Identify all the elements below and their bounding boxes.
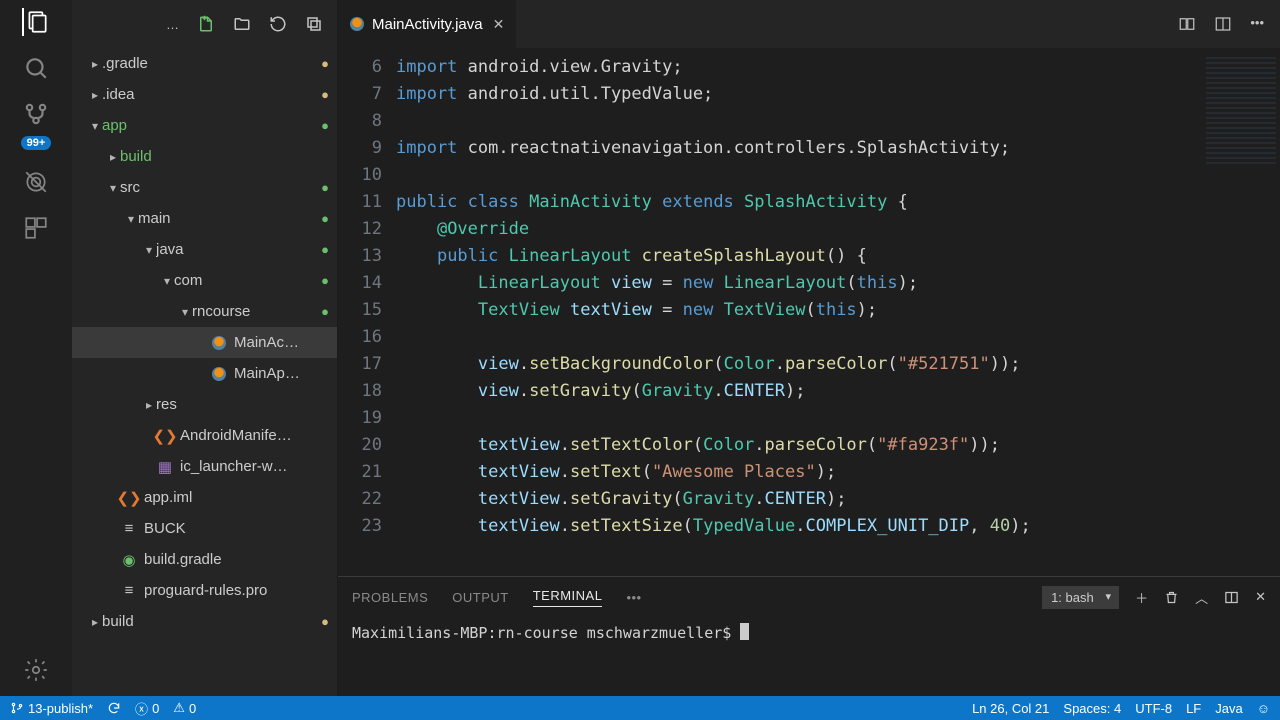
source-control-icon[interactable] [22, 100, 50, 128]
close-panel-icon[interactable]: ✕ [1255, 589, 1266, 605]
warnings-count[interactable]: ⚠ 0 [173, 700, 196, 716]
git-branch[interactable]: 13-publish* [10, 701, 93, 716]
new-file-icon[interactable] [197, 15, 215, 33]
debug-icon[interactable] [22, 168, 50, 196]
extensions-icon[interactable] [22, 214, 50, 242]
tree-item[interactable]: ❮❯AndroidManife… [72, 420, 337, 451]
sync-icon[interactable] [107, 701, 121, 715]
collapse-all-icon[interactable] [305, 15, 323, 33]
java-file-icon [350, 17, 364, 31]
errors-count[interactable]: ⓧ 0 [135, 699, 159, 718]
code-editor[interactable]: 67891011121314151617181920212223 import … [338, 48, 1280, 576]
bottom-panel: PROBLEMS OUTPUT TERMINAL ••• 1: bash ＋ ︿… [338, 576, 1280, 696]
eol[interactable]: LF [1186, 701, 1201, 716]
tree-item[interactable]: ▸build● [72, 606, 337, 637]
tree-item[interactable]: ▾app● [72, 110, 337, 141]
tree-item[interactable]: ≡proguard-rules.pro [72, 575, 337, 606]
tree-item[interactable]: ≡BUCK [72, 513, 337, 544]
tab-title: MainActivity.java [372, 16, 483, 33]
tree-item[interactable]: ▾rncourse● [72, 296, 337, 327]
close-tab-icon[interactable]: ✕ [493, 16, 505, 33]
compare-icon[interactable] [1178, 15, 1196, 33]
language-mode[interactable]: Java [1215, 701, 1242, 716]
terminal-cursor [740, 623, 749, 640]
code-content[interactable]: import android.view.Gravity;import andro… [396, 48, 1280, 576]
encoding[interactable]: UTF-8 [1135, 701, 1172, 716]
status-bar: 13-publish* ⓧ 0 ⚠ 0 Ln 26, Col 21 Spaces… [0, 696, 1280, 720]
refresh-icon[interactable] [269, 15, 287, 33]
new-folder-icon[interactable] [233, 15, 251, 33]
tree-item[interactable]: ▦ic_launcher-w… [72, 451, 337, 482]
new-terminal-icon[interactable]: ＋ [1135, 588, 1148, 607]
panel-tabs: PROBLEMS OUTPUT TERMINAL ••• 1: bash ＋ ︿… [338, 577, 1280, 617]
cursor-position[interactable]: Ln 26, Col 21 [972, 701, 1049, 716]
tab-output[interactable]: OUTPUT [452, 590, 508, 605]
minimap[interactable] [1206, 54, 1276, 164]
more-actions-icon[interactable]: ••• [1250, 15, 1264, 33]
tree-item[interactable]: ▾main● [72, 203, 337, 234]
indentation[interactable]: Spaces: 4 [1063, 701, 1121, 716]
terminal-select[interactable]: 1: bash [1042, 586, 1119, 609]
file-tree[interactable]: ▸.gradle●▸.idea●▾app●▸build▾src●▾main●▾j… [72, 48, 337, 696]
tree-item[interactable]: ▸.gradle● [72, 48, 337, 79]
kill-terminal-icon[interactable] [1164, 590, 1179, 605]
scm-badge: 99+ [21, 136, 52, 150]
tree-item[interactable]: ▾com● [72, 265, 337, 296]
terminal-prompt: Maximilians-MBP:rn-course mschwarzmuelle… [352, 624, 740, 642]
tree-item[interactable]: ▸res [72, 389, 337, 420]
tab-actions: ••• [1162, 15, 1280, 33]
editor-area: MainActivity.java ✕ ••• 6789101112131415… [338, 0, 1280, 696]
activity-bar: 99+ [0, 0, 72, 696]
terminal-body[interactable]: Maximilians-MBP:rn-course mschwarzmuelle… [338, 617, 1280, 696]
tree-item[interactable]: ▾src● [72, 172, 337, 203]
terminal-up-icon[interactable]: ︿ [1195, 588, 1208, 607]
tree-item[interactable]: MainAc… [72, 327, 337, 358]
tree-item[interactable]: ◉build.gradle [72, 544, 337, 575]
tree-item[interactable]: ❮❯app.iml [72, 482, 337, 513]
tab-bar: MainActivity.java ✕ ••• [338, 0, 1280, 48]
terminal-select-wrap[interactable]: 1: bash [1042, 586, 1119, 609]
tab-more[interactable]: ••• [626, 590, 641, 605]
explorer-sidebar: … ▸.gradle●▸.idea●▾app●▸build▾src●▾main●… [72, 0, 338, 696]
settings-gear-icon[interactable] [22, 656, 50, 684]
tab-terminal[interactable]: TERMINAL [533, 588, 603, 607]
split-editor-icon[interactable] [1214, 15, 1232, 33]
tree-item[interactable]: ▸.idea● [72, 79, 337, 110]
more-icon[interactable]: … [166, 17, 179, 32]
tree-item[interactable]: ▾java● [72, 234, 337, 265]
explorer-icon[interactable] [22, 8, 50, 36]
tab-mainactivity[interactable]: MainActivity.java ✕ [338, 0, 517, 48]
tree-item[interactable]: MainAp… [72, 358, 337, 389]
explorer-toolbar: … [72, 0, 337, 48]
feedback-icon[interactable]: ☺ [1257, 701, 1270, 716]
tab-problems[interactable]: PROBLEMS [352, 590, 428, 605]
line-gutter: 67891011121314151617181920212223 [338, 48, 396, 576]
maximize-panel-icon[interactable] [1224, 590, 1239, 605]
tree-item[interactable]: ▸build [72, 141, 337, 172]
search-icon[interactable] [22, 54, 50, 82]
